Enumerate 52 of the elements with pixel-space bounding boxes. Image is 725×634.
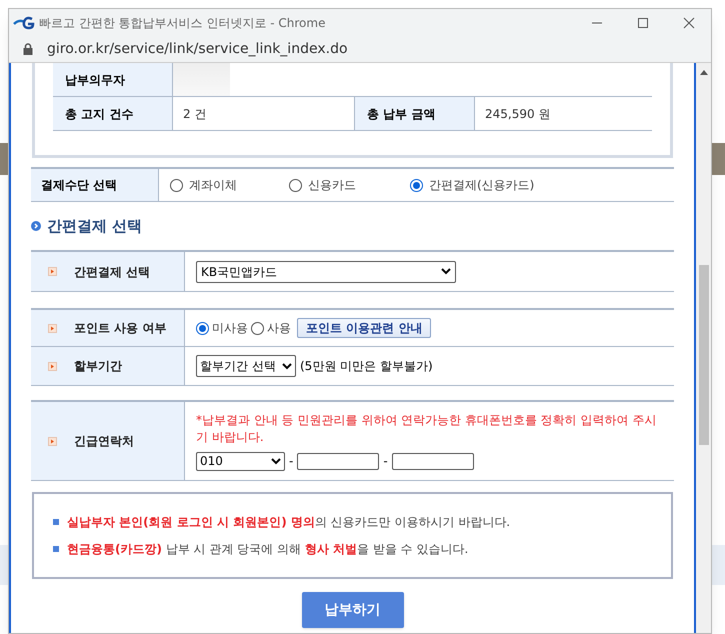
count-value: 2 건 [183,106,206,122]
notice-text: 실납부자 본인(회원 로그인 시 회원본인) 명의의 신용카드만 이용하시기 바랍니다. [67,514,510,531]
field-label: 간편결제 선택 [74,264,150,280]
blurred-value [173,63,230,96]
field-label: 긴급연락처 [74,433,134,450]
caret-icon [282,362,292,370]
scroll-up-icon[interactable] [700,69,708,75]
arrow-bullet-icon [48,267,57,276]
radio-label[interactable]: 사용 [267,319,291,337]
field-label: 총 납부 금액 [367,106,436,122]
square-bullet-icon [53,519,59,525]
chevron-circle-icon [31,221,41,231]
close-icon[interactable] [683,16,695,28]
caret-icon [271,458,281,464]
radio-button[interactable] [289,178,302,192]
installment-select[interactable]: 할부기간 선택 [196,355,296,377]
submit-button[interactable]: 납부하기 [302,592,404,628]
amount-value: 245,590 원 [485,106,550,122]
radio-label[interactable]: 신용카드 [308,176,356,194]
arrow-bullet-icon [48,436,57,446]
phone-prefix-select[interactable]: 010 [196,452,285,470]
arrow-bullet-icon [48,362,57,370]
radio-button[interactable] [251,322,264,334]
field-label: 납부의무자 [65,72,125,88]
window-title: 빠르고 간편한 통합납부서비스 인터넷지로 - Chrome [39,14,326,32]
radio-label[interactable]: 미사용 [212,319,248,337]
lock-icon [23,43,33,55]
installment-note: (5만원 미만은 할부불가) [300,358,433,375]
phone-last-field[interactable] [392,452,474,470]
radio-button[interactable] [410,178,423,192]
scrollbar-thumb[interactable] [698,265,708,445]
dash-text: - [289,453,294,470]
field-label: 총 고지 건수 [65,106,134,122]
caret-icon [441,268,451,275]
field-label: 결제수단 선택 [41,177,118,194]
square-bullet-icon [53,546,59,552]
radio-button[interactable] [170,178,183,192]
easy-pay-select[interactable]: KB국민앱카드 [196,260,456,282]
radio-button[interactable] [196,322,209,334]
section-title: 간편결제 선택 [47,216,142,237]
maximize-icon[interactable] [637,16,649,28]
notice-text: 현금융통(카드깡) 납부 시 관계 당국에 의해 형사 처벌을 받을 수 있습니다. [67,541,468,558]
phone-middle-field[interactable] [297,452,380,470]
radio-label[interactable]: 간편결제(신용카드) [429,176,534,194]
field-label: 포인트 사용 여부 [74,320,166,337]
point-guide-button[interactable]: 포인트 이용관련 안내 [297,318,432,338]
field-label: 할부기간 [74,358,122,375]
logo-icon [13,16,35,30]
contact-notice: *납부결과 안내 등 민원관리를 위하여 연락가능한 휴대폰번호를 정확히 입력하여 주시기 바랍니다. [196,412,658,446]
arrow-bullet-icon [48,324,57,332]
radio-label[interactable]: 계좌이체 [189,176,237,194]
dash-text: - [383,453,388,470]
